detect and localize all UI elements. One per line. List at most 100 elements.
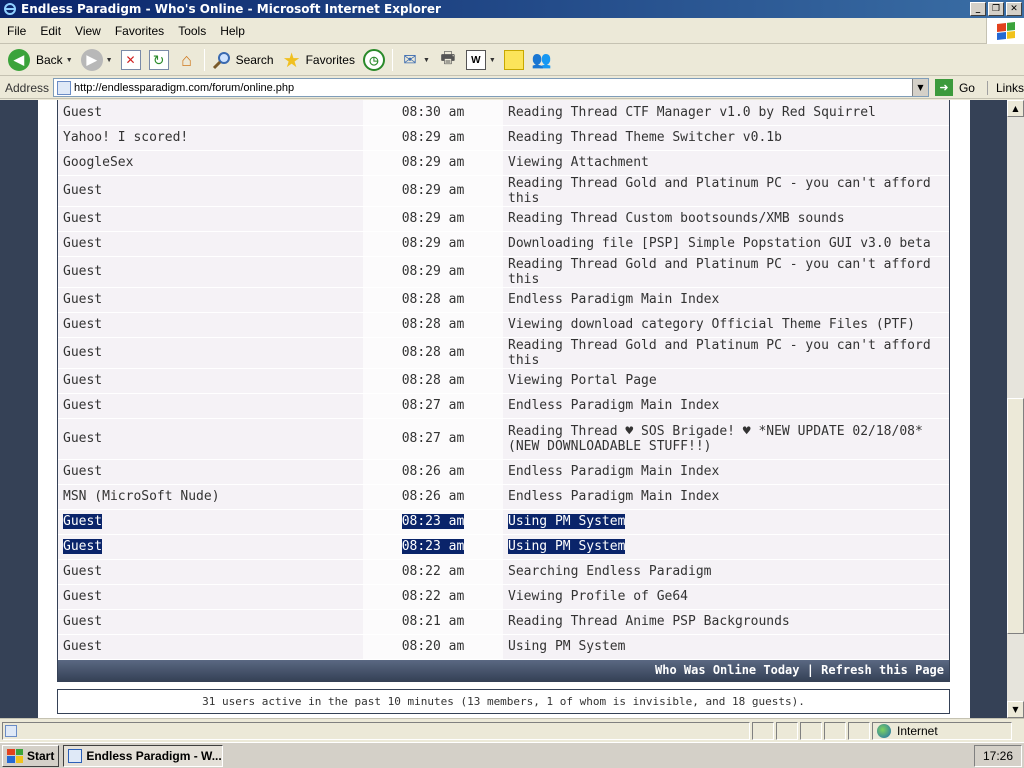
- online-user[interactable]: Guest: [63, 373, 102, 388]
- online-user[interactable]: Guest: [63, 431, 102, 446]
- online-user[interactable]: Guest: [63, 614, 102, 629]
- online-location[interactable]: Reading Thread Custom bootsounds/XMB sou…: [508, 211, 845, 226]
- online-location[interactable]: Endless Paradigm Main Index: [508, 489, 719, 504]
- home-button[interactable]: ⌂: [173, 47, 201, 73]
- mail-dropdown-icon[interactable]: ▼: [423, 57, 430, 64]
- online-time: 08:29 am: [401, 155, 465, 170]
- forward-button[interactable]: ▶ ▼: [77, 47, 117, 73]
- online-time: 08:29 am: [401, 183, 465, 198]
- refresh-button[interactable]: ↻: [145, 47, 173, 73]
- online-row: Guest 08:23 am Using PM System: [58, 509, 949, 535]
- go-button[interactable]: ➜ Go: [934, 79, 975, 96]
- discuss-button[interactable]: [500, 47, 528, 73]
- online-user[interactable]: Guest: [63, 345, 102, 360]
- status-pane: [824, 721, 846, 740]
- edit-dropdown-icon[interactable]: ▼: [489, 57, 496, 64]
- menu-view[interactable]: View: [68, 24, 108, 38]
- scroll-thumb[interactable]: [1007, 398, 1024, 634]
- online-time: 08:26 am: [401, 489, 465, 504]
- menu-bar: File Edit View Favorites Tools Help: [0, 18, 1024, 44]
- menu-favorites[interactable]: Favorites: [108, 24, 171, 38]
- print-button[interactable]: 🖶: [434, 47, 462, 73]
- online-footer-links[interactable]: Who Was Online Today | Refresh this Page: [58, 659, 949, 681]
- online-location[interactable]: Reading Thread Anime PSP Backgrounds: [508, 614, 790, 629]
- close-button[interactable]: ✕: [1006, 2, 1022, 16]
- online-user[interactable]: MSN (MicroSoft Nude): [63, 489, 220, 504]
- online-row: Guest 08:27 am Reading Thread ♥ SOS Brigad…: [58, 418, 949, 460]
- online-user[interactable]: Guest: [63, 514, 103, 529]
- online-user[interactable]: Guest: [63, 539, 103, 554]
- online-location[interactable]: Endless Paradigm Main Index: [508, 292, 719, 307]
- online-location[interactable]: Using PM System: [508, 539, 626, 554]
- start-button[interactable]: Start: [2, 744, 60, 767]
- search-icon: [212, 50, 232, 70]
- online-row: Guest 08:29 am Reading Thread Gold and Pla…: [58, 175, 949, 207]
- scroll-down-icon[interactable]: ▼: [1007, 701, 1024, 718]
- start-label: Start: [27, 748, 55, 763]
- vertical-scrollbar[interactable]: ▲ ▼: [1007, 100, 1024, 718]
- online-user[interactable]: Yahoo! I scored!: [63, 130, 188, 145]
- search-button[interactable]: Search: [208, 47, 278, 73]
- address-url[interactable]: http://endlessparadigm.com/forum/online.…: [74, 82, 294, 94]
- back-dropdown-icon[interactable]: ▼: [66, 57, 73, 64]
- edit-button[interactable]: W ▼: [462, 47, 500, 73]
- messenger-button[interactable]: 👥: [528, 47, 556, 73]
- online-user[interactable]: Guest: [63, 639, 102, 654]
- online-location[interactable]: Reading Thread Gold and Platinum PC - yo…: [508, 176, 931, 206]
- online-location[interactable]: Reading Thread Theme Switcher v0.1b: [508, 130, 782, 145]
- online-user[interactable]: Guest: [63, 589, 102, 604]
- links-button[interactable]: Links: [986, 80, 1024, 95]
- title-bar: Endless Paradigm - Who's Online - Micros…: [0, 0, 1024, 18]
- online-time: 08:28 am: [401, 317, 465, 332]
- online-time: 08:22 am: [401, 589, 465, 604]
- online-location[interactable]: Reading Thread Gold and Platinum PC - yo…: [508, 257, 931, 287]
- menu-file[interactable]: File: [0, 24, 33, 38]
- online-time: 08:23 am: [401, 514, 465, 529]
- online-location[interactable]: Viewing Profile of Ge64: [508, 589, 688, 604]
- online-location[interactable]: Viewing download category Official Theme…: [508, 317, 915, 332]
- whos-online-panel: Guest 08:30 am Reading Thread CTF Manager …: [57, 100, 950, 682]
- online-row: Guest 08:29 am Reading Thread Custom boots…: [58, 206, 949, 232]
- minimize-button[interactable]: _: [970, 2, 986, 16]
- online-location[interactable]: Using PM System: [508, 514, 626, 529]
- online-user[interactable]: Guest: [63, 264, 102, 279]
- favorites-button[interactable]: ★ Favorites: [278, 47, 359, 73]
- online-location[interactable]: Searching Endless Paradigm: [508, 564, 712, 579]
- menu-edit[interactable]: Edit: [33, 24, 68, 38]
- menu-help[interactable]: Help: [213, 24, 252, 38]
- online-location[interactable]: Downloading file [PSP] Simple Popstation…: [508, 236, 931, 251]
- online-user[interactable]: GoogleSex: [63, 155, 133, 170]
- stop-button[interactable]: ✕: [117, 47, 145, 73]
- online-location[interactable]: Endless Paradigm Main Index: [508, 398, 719, 413]
- online-user[interactable]: Guest: [63, 564, 102, 579]
- scroll-up-icon[interactable]: ▲: [1007, 100, 1024, 117]
- history-icon: ◷: [362, 49, 385, 71]
- online-user[interactable]: Guest: [63, 236, 102, 251]
- maximize-button[interactable]: ❐: [988, 2, 1004, 16]
- online-user[interactable]: Guest: [63, 464, 102, 479]
- online-location[interactable]: Reading Thread Gold and Platinum PC - yo…: [508, 338, 931, 368]
- online-user[interactable]: Guest: [63, 211, 102, 226]
- back-button[interactable]: ◀ Back ▼: [4, 47, 77, 73]
- online-location[interactable]: Reading Thread ♥ SOS Brigade! ♥ *NEW UPD…: [508, 424, 923, 454]
- menu-tools[interactable]: Tools: [171, 24, 213, 38]
- toolbar-separator: [203, 49, 205, 71]
- online-location[interactable]: Endless Paradigm Main Index: [508, 464, 719, 479]
- history-button[interactable]: ◷: [359, 47, 389, 73]
- online-location[interactable]: Using PM System: [508, 639, 625, 654]
- online-location[interactable]: Reading Thread CTF Manager v1.0 by Red S…: [508, 105, 876, 120]
- online-user[interactable]: Guest: [63, 317, 102, 332]
- online-location[interactable]: Viewing Portal Page: [508, 373, 657, 388]
- online-user[interactable]: Guest: [63, 105, 102, 120]
- mail-button[interactable]: ✉ ▼: [396, 47, 434, 73]
- online-user[interactable]: Guest: [63, 398, 102, 413]
- online-user[interactable]: Guest: [63, 292, 102, 307]
- address-dropdown-icon[interactable]: ▼: [911, 79, 928, 96]
- address-input[interactable]: http://endlessparadigm.com/forum/online.…: [53, 78, 929, 97]
- online-time: 08:27 am: [401, 431, 465, 446]
- online-time: 08:27 am: [401, 398, 465, 413]
- forward-dropdown-icon[interactable]: ▼: [106, 57, 113, 64]
- online-location[interactable]: Viewing Attachment: [508, 155, 649, 170]
- taskbar-ie-window[interactable]: Endless Paradigm - W...: [63, 744, 224, 767]
- online-user[interactable]: Guest: [63, 183, 102, 198]
